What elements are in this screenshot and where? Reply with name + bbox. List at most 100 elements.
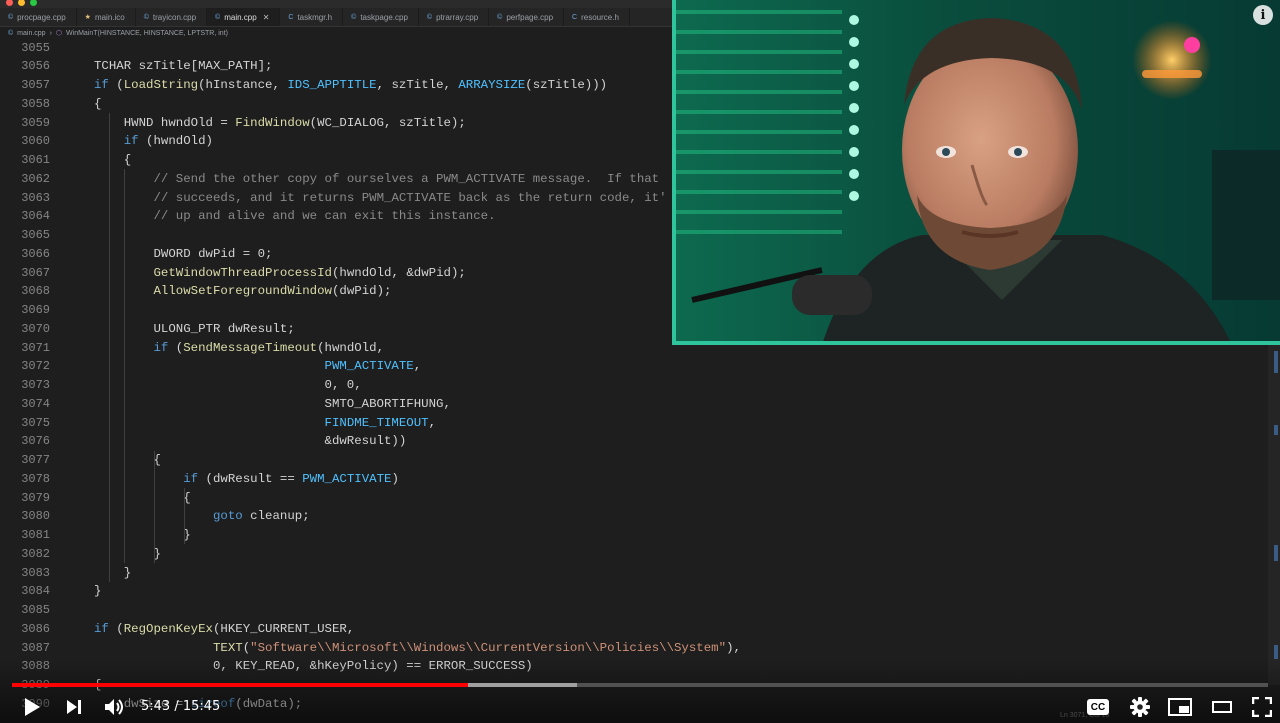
- code-text: }: [94, 546, 161, 561]
- line-number: 3079: [21, 490, 50, 505]
- play-button[interactable]: [18, 694, 46, 720]
- code-line[interactable]: 3074 SMTO_ABORTIFHUNG,: [0, 394, 1268, 413]
- close-window-icon[interactable]: [6, 0, 13, 6]
- editor-scrollbar[interactable]: [1268, 345, 1280, 685]
- code-line[interactable]: 3078 if (dwResult == PWM_ACTIVATE): [0, 469, 1268, 488]
- line-number: 3061: [21, 153, 50, 167]
- gear-icon: [1130, 697, 1150, 717]
- indent-guide: [109, 113, 110, 582]
- function-icon: ⬡: [55, 30, 63, 37]
- cpp-file-icon: ©: [497, 13, 503, 21]
- code-line[interactable]: 3072 PWM_ACTIVATE,: [0, 357, 1268, 376]
- theater-button[interactable]: [1208, 694, 1236, 720]
- code-text: {: [94, 153, 132, 167]
- tab-resource-h[interactable]: Cresource.h: [564, 8, 630, 26]
- code-text: if (LoadString(hInstance, IDS_APPTITLE, …: [94, 78, 608, 92]
- miniplayer-button[interactable]: [1166, 694, 1194, 720]
- code-text: }: [94, 584, 102, 599]
- code-line[interactable]: 3084}: [0, 582, 1268, 601]
- next-icon: [67, 700, 81, 714]
- code-line[interactable]: 3082 }: [0, 544, 1268, 563]
- code-line[interactable]: 3086 if (RegOpenKeyEx(HKEY_CURRENT_USER,: [0, 619, 1268, 638]
- code-text: DWORD dwPid = 0;: [94, 246, 273, 261]
- indent-guide: [124, 169, 125, 563]
- line-number: 3056: [21, 59, 50, 74]
- close-icon[interactable]: ✕: [263, 13, 270, 22]
- code-line[interactable]: 3079 {: [0, 488, 1268, 507]
- info-icon[interactable]: i: [1253, 5, 1273, 25]
- code-line[interactable]: 3085: [0, 601, 1268, 620]
- code-text: HWND hwndOld = FindWindow(WC_DIALOG, szT…: [94, 115, 466, 130]
- code-line[interactable]: 3077 {: [0, 451, 1268, 470]
- fullscreen-icon: [1252, 697, 1272, 717]
- line-number: 3073: [21, 378, 50, 392]
- settings-button[interactable]: [1126, 694, 1154, 720]
- breadcrumb-file[interactable]: main.cpp: [17, 30, 45, 37]
- fullscreen-button[interactable]: [1248, 694, 1276, 720]
- tab-procpage[interactable]: © procpage.cpp: [0, 8, 77, 26]
- tab-ptrarray[interactable]: © ptrarray.cpp: [419, 8, 490, 26]
- line-number: 3059: [21, 115, 50, 130]
- line-number: 3062: [21, 171, 50, 186]
- code-line[interactable]: 3076 &dwResult)): [0, 432, 1268, 451]
- code-text: if (RegOpenKeyEx(HKEY_CURRENT_USER,: [94, 621, 355, 636]
- line-number: 3080: [21, 509, 50, 524]
- code-line[interactable]: 3081 }: [0, 526, 1268, 545]
- line-number: 3085: [21, 603, 50, 617]
- line-number: 3087: [21, 640, 50, 655]
- tab-taskpage[interactable]: © taskpage.cpp: [343, 8, 419, 26]
- header-file-icon: C: [572, 13, 578, 21]
- tab-label: main.ico: [94, 12, 125, 22]
- captions-button[interactable]: CC: [1084, 694, 1112, 720]
- miniplayer-icon: [1168, 698, 1192, 716]
- indent-guide: [154, 450, 155, 563]
- line-number: 3077: [21, 453, 50, 467]
- minimize-window-icon[interactable]: [18, 0, 25, 6]
- code-text: {: [94, 96, 102, 111]
- code-line[interactable]: 3083 }: [0, 563, 1268, 582]
- code-line[interactable]: 3073 0, 0,: [0, 376, 1268, 395]
- tab-label: taskpage.cpp: [360, 12, 408, 22]
- code-text: goto cleanup;: [212, 509, 310, 524]
- cpp-file-icon: ©: [143, 13, 149, 21]
- tab-label: ptrarray.cpp: [436, 12, 479, 22]
- tab-label: procpage.cpp: [17, 12, 66, 22]
- line-number: 3065: [21, 228, 50, 242]
- line-number: 3055: [21, 40, 50, 55]
- line-number: 3078: [21, 471, 50, 486]
- zoom-window-icon[interactable]: [30, 0, 37, 6]
- indent-guide: [184, 488, 185, 545]
- line-number: 3064: [21, 209, 50, 224]
- tab-main-ico[interactable]: ★ main.ico: [77, 8, 136, 26]
- cpp-file-icon: ©: [426, 13, 433, 21]
- next-button[interactable]: [60, 694, 88, 720]
- breadcrumb-symbol[interactable]: WinMainT(HINSTANCE, HINSTANCE, LPTSTR, i…: [66, 30, 228, 37]
- line-number: 3084: [21, 584, 50, 599]
- line-number: 3075: [21, 415, 50, 430]
- code-line[interactable]: 3087 TEXT("Software\\Microsoft\\Windows\…: [0, 638, 1268, 657]
- line-number: 3083: [21, 565, 50, 580]
- progress-bar[interactable]: [12, 683, 1268, 687]
- tab-main-cpp[interactable]: © main.cpp ✕: [207, 8, 281, 26]
- code-text: if (dwResult == PWM_ACTIVATE): [183, 471, 399, 486]
- line-number: 3086: [21, 621, 50, 636]
- cc-icon: CC: [1087, 699, 1109, 715]
- chevron-right-icon: ›: [49, 29, 52, 37]
- code-text: if (hwndOld): [123, 134, 213, 149]
- video-frame[interactable]: © procpage.cpp ★ main.ico © trayicon.cpp © m…: [0, 0, 1280, 723]
- line-number: 3081: [21, 528, 50, 542]
- tab-taskmgr-h[interactable]: Ctaskmgr.h: [280, 8, 344, 26]
- line-number: 3074: [21, 396, 50, 411]
- tab-label: taskmgr.h: [297, 12, 333, 22]
- code-text: {: [94, 453, 161, 467]
- line-number: 3082: [21, 546, 50, 561]
- code-text: GetWindowThreadProcessId(hwndOld, &dwPid…: [153, 265, 466, 280]
- volume-button[interactable]: [100, 694, 130, 720]
- line-number: 3070: [21, 321, 50, 336]
- code-line[interactable]: 3080 goto cleanup;: [0, 507, 1268, 526]
- code-line[interactable]: 3075 FINDME_TIMEOUT,: [0, 413, 1268, 432]
- line-number: 3066: [21, 246, 50, 261]
- tab-label: main.cpp: [224, 12, 257, 22]
- tab-perfpage[interactable]: © perfpage.cpp: [489, 8, 565, 26]
- tab-trayicon[interactable]: © trayicon.cpp: [136, 8, 208, 26]
